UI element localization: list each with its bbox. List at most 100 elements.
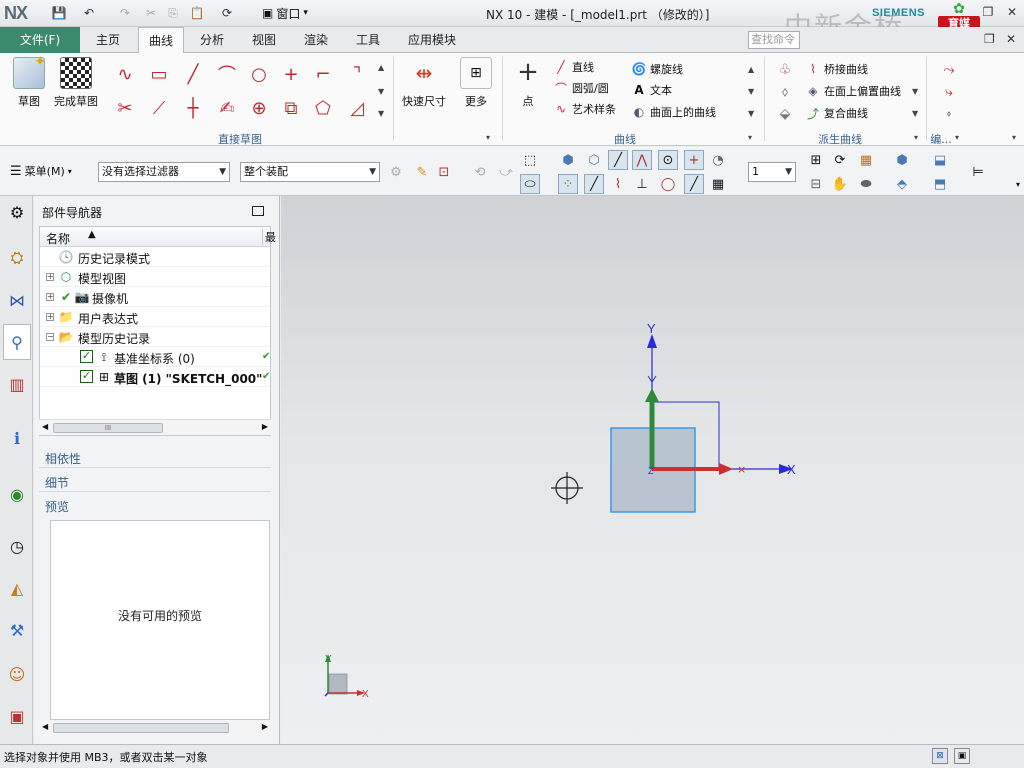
bridge-curve-button[interactable]: ⌇ 桥接曲线 bbox=[806, 59, 868, 79]
snap-midpoint-icon[interactable]: ⋀ bbox=[632, 150, 652, 170]
tab-render[interactable]: 渲染 bbox=[294, 27, 338, 53]
tab-view[interactable]: 视图 bbox=[242, 27, 286, 53]
scroll-left-icon[interactable]: ◀ bbox=[42, 722, 48, 731]
visibility-checkbox[interactable]: ✓ bbox=[80, 370, 93, 383]
visibility-checkbox[interactable]: ✓ bbox=[80, 350, 93, 363]
measure-distance-icon[interactable]: ⊨ bbox=[968, 162, 988, 182]
dependencies-panel-header[interactable]: 相依性 bbox=[39, 446, 271, 468]
undo-icon[interactable]: ↶ bbox=[80, 4, 98, 22]
scroll-up-icon[interactable]: ▲ bbox=[378, 63, 384, 72]
helix-button[interactable]: 🌀 螺旋线 bbox=[632, 59, 683, 79]
select-component-icon[interactable]: ⤻ bbox=[496, 162, 516, 182]
gear-icon[interactable]: ⚙ bbox=[5, 200, 29, 224]
toolbar-options-icon[interactable]: ▾ bbox=[1008, 174, 1024, 194]
chevron-down-icon[interactable]: ▼ bbox=[912, 109, 918, 118]
expand-icon[interactable]: + bbox=[46, 313, 54, 321]
close-window-icon[interactable]: ✕ bbox=[1004, 5, 1020, 21]
make-corner-icon[interactable]: ┼ bbox=[180, 95, 206, 121]
tab-application[interactable]: 应用模块 bbox=[398, 27, 466, 53]
selection-mode-icon[interactable]: ⊠ bbox=[932, 748, 948, 764]
group-options-icon[interactable]: ▾ bbox=[914, 133, 918, 142]
tree-row-datum-csys[interactable]: ✓ ⟟ 基准坐标系 (0) ✔ bbox=[40, 347, 270, 367]
text-button[interactable]: A 文本 bbox=[632, 80, 672, 100]
collapse-icon[interactable]: − bbox=[46, 333, 54, 341]
work-layer-select[interactable]: 1 ▼ bbox=[748, 162, 796, 182]
quick-extend-icon[interactable]: ⟋ bbox=[146, 95, 172, 121]
scroll-down-icon[interactable]: ▼ bbox=[748, 87, 754, 96]
pan-icon[interactable]: ✋ bbox=[830, 174, 850, 194]
composite-curve-button[interactable]: ⤴ 复合曲线 bbox=[806, 103, 868, 123]
clip-section-icon[interactable]: ⬒ bbox=[930, 174, 950, 194]
arc-icon[interactable]: ⌒ bbox=[214, 61, 240, 87]
expand-icon[interactable]: + bbox=[46, 273, 54, 281]
redo-icon[interactable]: ↷ bbox=[116, 4, 134, 22]
system-scene-icon[interactable]: ▣ bbox=[5, 704, 29, 728]
snap-pole-icon[interactable]: ⊥ bbox=[632, 174, 652, 194]
feature-icon[interactable]: ⬡ bbox=[584, 150, 604, 170]
line-icon[interactable]: ╱ bbox=[180, 61, 206, 87]
pattern-curve-icon[interactable]: ◿ bbox=[344, 95, 370, 121]
window-menu[interactable]: ▣ 窗口 ▾ bbox=[262, 4, 308, 22]
scroll-left-icon[interactable]: ◀ bbox=[42, 422, 48, 431]
point-icon[interactable]: + bbox=[278, 61, 304, 87]
snap-tangent-icon[interactable]: ⌇ bbox=[608, 174, 628, 194]
zoom-icon[interactable]: ⊟ bbox=[806, 174, 826, 194]
quick-dimension-button[interactable]: ⇹ 快速尺寸 bbox=[398, 57, 450, 109]
graphics-window[interactable]: × Y X Z Y X bbox=[281, 196, 1024, 744]
scrollbar-thumb[interactable]: III bbox=[53, 423, 163, 433]
scroll-up-icon[interactable]: ▲ bbox=[748, 65, 754, 74]
tree-row-cameras[interactable]: + ✔ 📷 摄像机 bbox=[40, 287, 270, 307]
hd3d-tools-icon[interactable]: ℹ bbox=[5, 426, 29, 450]
ribbon-close-icon[interactable]: ✕ bbox=[1006, 32, 1016, 46]
scrollbar-thumb[interactable] bbox=[53, 723, 229, 733]
tab-tools[interactable]: 工具 bbox=[346, 27, 390, 53]
column-header-name[interactable]: 名称 bbox=[46, 230, 70, 247]
edit-section-icon[interactable]: ⬓ bbox=[930, 150, 950, 170]
more-button[interactable]: ⊞ 更多 bbox=[454, 57, 498, 109]
snap-center-icon[interactable]: ⊙ bbox=[658, 150, 678, 170]
gallery-expand-icon[interactable]: ▼ bbox=[748, 109, 754, 118]
rotate-view-icon[interactable]: ⟳ bbox=[830, 150, 850, 170]
render-style-icon[interactable]: ⬢ bbox=[892, 150, 912, 170]
type-filter-select[interactable]: 没有选择过滤器 ▼ bbox=[98, 162, 230, 182]
body-select-icon[interactable]: ⬭ bbox=[520, 174, 540, 194]
circle-icon[interactable]: ○ bbox=[246, 61, 272, 87]
deselect-icon[interactable]: ⟲ bbox=[470, 162, 490, 182]
profile-icon[interactable]: ∿ bbox=[112, 61, 138, 87]
copy-icon[interactable]: ⎘ bbox=[164, 4, 182, 22]
tree-row-user-expressions[interactable]: + 📁 用户表达式 bbox=[40, 307, 270, 327]
ribbon-options-icon[interactable]: ▾ bbox=[1012, 133, 1016, 142]
chamfer-icon[interactable]: ⌝ bbox=[344, 61, 370, 87]
point-button[interactable]: + 点 bbox=[506, 57, 550, 109]
quick-trim-icon[interactable]: ✂ bbox=[112, 95, 138, 121]
full-screen-icon[interactable]: ▣ bbox=[954, 748, 970, 764]
preview-panel-header[interactable]: 预览 bbox=[39, 494, 271, 516]
menu-button[interactable]: ☰ 菜单(M) ▾ bbox=[10, 163, 72, 179]
fit-view-icon[interactable]: ⊞ bbox=[806, 150, 826, 170]
curve-on-surface-button[interactable]: ◐ 曲面上的曲线 bbox=[632, 102, 716, 122]
studio-spline-button[interactable]: ∿ 艺术样条 bbox=[554, 99, 616, 119]
group-options-icon[interactable]: ▾ bbox=[955, 133, 959, 142]
part-navigator-icon[interactable]: ⚲ bbox=[3, 324, 31, 360]
ribbon-restore-icon[interactable]: ❐ bbox=[984, 32, 995, 46]
web-browser-icon[interactable]: ◉ bbox=[5, 482, 29, 506]
intersection-curve-icon[interactable]: ⬙ bbox=[772, 101, 798, 127]
mirror-curve-icon[interactable]: ⊕ bbox=[246, 95, 272, 121]
preview-horizontal-scrollbar[interactable]: ◀ ▶ bbox=[39, 720, 271, 736]
restore-window-icon[interactable]: ❐ bbox=[980, 5, 996, 21]
shaded-icon[interactable]: ⬬ bbox=[856, 174, 876, 194]
rectangle-icon[interactable]: ▭ bbox=[146, 61, 172, 87]
cut-icon[interactable]: ✂ bbox=[142, 4, 160, 22]
orient-view-icon[interactable]: ▦ bbox=[856, 150, 876, 170]
snap-on-surface-icon[interactable]: ╱ bbox=[684, 174, 704, 194]
reuse-library-icon[interactable]: ▥ bbox=[5, 372, 29, 396]
gallery-expand-icon[interactable]: ▼ bbox=[378, 109, 384, 118]
polygon-icon[interactable]: ⬠ bbox=[310, 95, 336, 121]
tab-curve[interactable]: 曲线 bbox=[138, 27, 185, 54]
offset-curve-icon[interactable]: ⧉ bbox=[278, 95, 304, 121]
system-materials-icon[interactable]: ◭ bbox=[5, 576, 29, 600]
scroll-right-icon[interactable]: ▶ bbox=[262, 422, 268, 431]
snap-quadrant-icon[interactable]: ◯ bbox=[658, 174, 678, 194]
tree-row-model-history[interactable]: − 📂 模型历史记录 bbox=[40, 327, 270, 347]
process-studio-icon[interactable]: ⚒ bbox=[5, 618, 29, 642]
